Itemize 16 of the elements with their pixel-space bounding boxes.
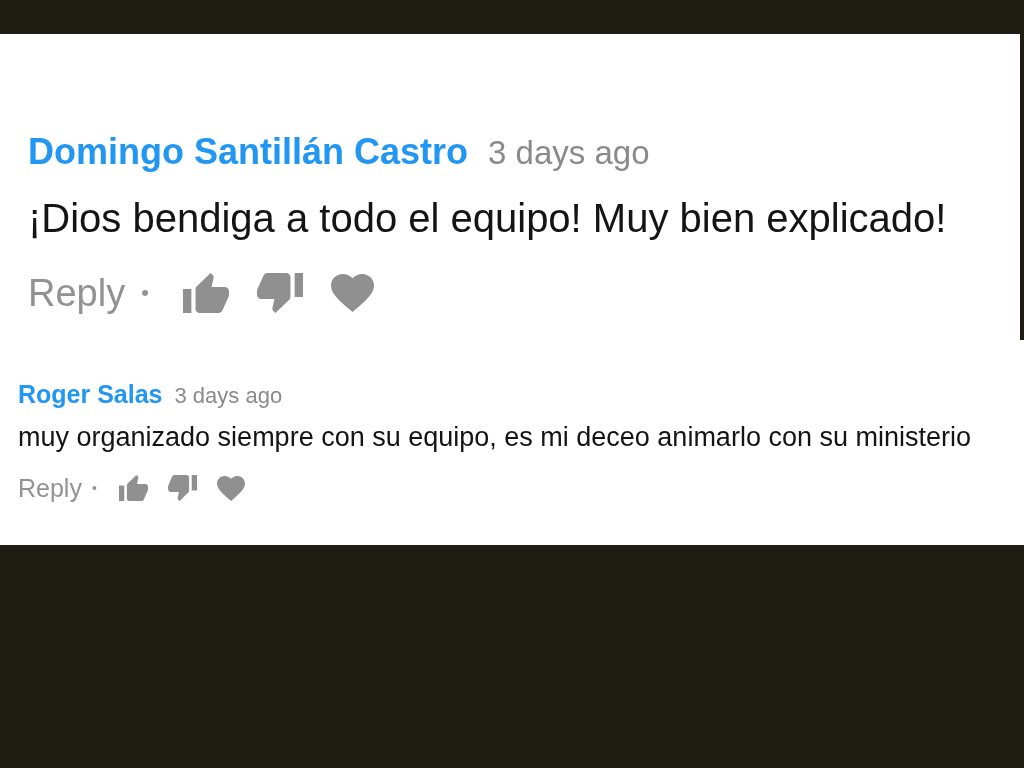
heart-icon[interactable] — [330, 274, 374, 312]
thumbs-down-icon[interactable] — [256, 273, 303, 313]
timestamp: 3 days ago — [488, 133, 650, 173]
reply-link[interactable]: Reply — [18, 472, 82, 504]
thumbs-down-icon[interactable] — [167, 475, 197, 501]
reply-link[interactable]: Reply — [28, 269, 126, 317]
separator-dot: • — [91, 480, 97, 496]
separator-dot: • — [141, 280, 149, 306]
comment-text: ¡Dios bendiga a todo el equipo! Muy bien explicado! — [28, 195, 948, 242]
timestamp: 3 days ago — [174, 382, 283, 410]
heart-icon[interactable] — [216, 475, 245, 501]
author-link[interactable]: Roger Salas — [18, 379, 163, 409]
comment-text: muy organizado siempre con su equipo, es mi deceo animarlo con su ministerio — [18, 421, 972, 453]
thumbs-up-icon[interactable] — [182, 273, 229, 313]
author-link[interactable]: Domingo Santillán Castro — [28, 130, 469, 174]
thumbs-up-icon[interactable] — [118, 475, 148, 501]
